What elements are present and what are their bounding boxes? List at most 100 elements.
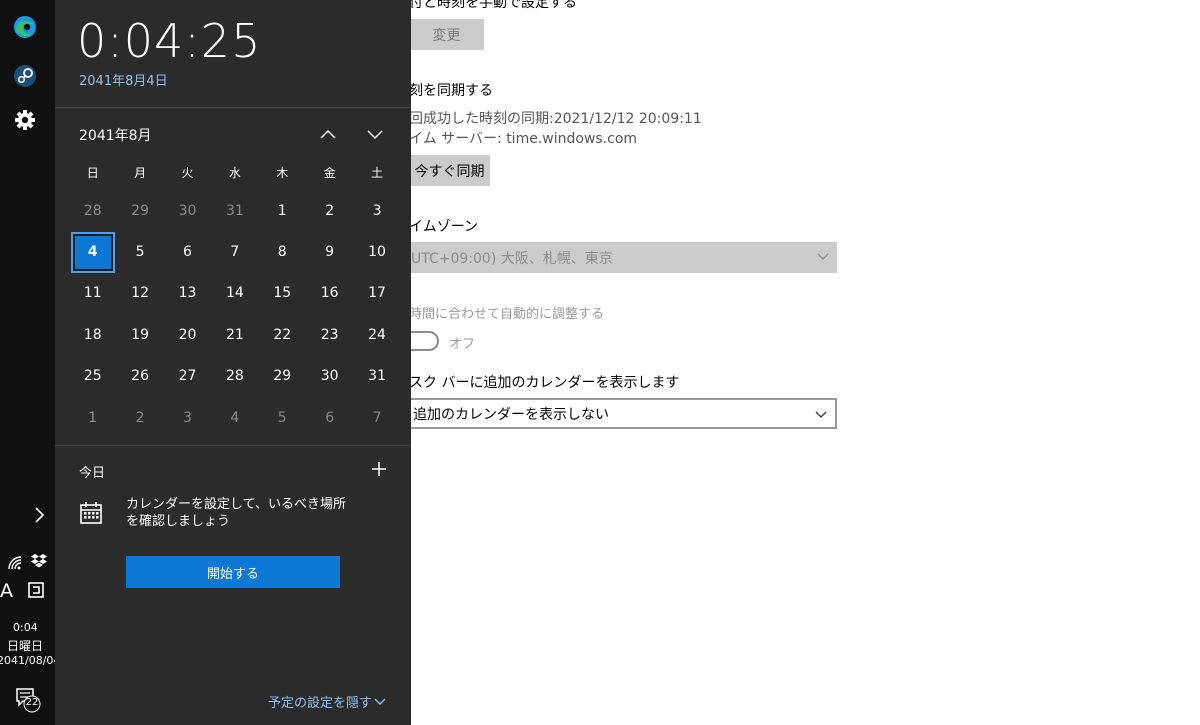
timezone-select[interactable]: UTC+09:00) 大阪、札幌、東京: [411, 242, 837, 273]
ime-mode-indicator[interactable]: A: [0, 580, 13, 602]
calendar-day-selected[interactable]: 4: [70, 231, 115, 273]
calendar-day[interactable]: 17: [353, 275, 400, 312]
taskbar-time[interactable]: 0:04: [13, 621, 38, 634]
weekday-label: 水: [228, 166, 241, 180]
calendar-week-row: 28 29 30 31 1 2 3: [69, 190, 401, 231]
calendar-day[interactable]: 25: [69, 358, 116, 395]
dropbox-icon[interactable]: [27, 549, 51, 573]
dst-label: 時間に合わせて自動的に調整する: [411, 307, 605, 322]
chevron-up-icon[interactable]: [318, 124, 338, 144]
calendar-day[interactable]: 5: [259, 399, 306, 436]
taskbar-date[interactable]: 2041/08/04: [0, 654, 60, 667]
wifi-icon[interactable]: [3, 551, 27, 575]
calendar-day[interactable]: 5: [116, 234, 163, 271]
sync-heading: 刻を同期する: [411, 83, 493, 99]
divider: [55, 107, 411, 108]
calendar-day[interactable]: 3: [353, 192, 400, 229]
calendar-day[interactable]: 16: [306, 275, 353, 312]
calendar-day[interactable]: 30: [164, 192, 211, 229]
taskbar-weekday[interactable]: 日曜日: [7, 637, 43, 654]
dst-toggle-state: オフ: [449, 337, 476, 352]
calendar-week-row: 1 2 3 4 5 6 7: [69, 397, 401, 438]
plus-icon[interactable]: [371, 461, 387, 477]
calendar-day[interactable]: 24: [353, 316, 400, 353]
edge-icon[interactable]: [11, 13, 39, 41]
weekday-label: 日: [86, 166, 99, 180]
weekday-header-row: 日 月 火 水 木 金 土: [69, 164, 401, 184]
change-button[interactable]: 変更: [411, 19, 484, 50]
calendar-day[interactable]: 28: [69, 192, 116, 229]
calendar-day[interactable]: 11: [69, 275, 116, 312]
extra-calendar-select[interactable]: 追加のカレンダーを表示しない: [411, 398, 837, 429]
calendar-day[interactable]: 10: [353, 234, 400, 271]
notification-count: 22: [25, 697, 39, 708]
action-center-icon[interactable]: 22: [14, 685, 42, 713]
calendar-day[interactable]: 15: [259, 275, 306, 312]
agenda-today-label: 今日: [79, 466, 106, 481]
calendar-day[interactable]: 9: [306, 234, 353, 271]
calendar-day[interactable]: 2: [116, 399, 163, 436]
calendar-day[interactable]: 26: [116, 358, 163, 395]
timezone-value: UTC+09:00) 大阪、札幌、東京: [411, 250, 613, 267]
calendar-day[interactable]: 28: [211, 358, 258, 395]
calendar-day[interactable]: 23: [306, 316, 353, 353]
chevron-right-icon[interactable]: [25, 501, 53, 529]
calendar-day[interactable]: 20: [164, 316, 211, 353]
last-sync-text: 回成功した時刻の同期:2021/12/12 20:09:11: [411, 111, 702, 127]
calendar-day[interactable]: 18: [69, 316, 116, 353]
calendar-day[interactable]: 31: [211, 192, 258, 229]
weekday-label: 木: [276, 166, 289, 180]
clock-calendar-flyout: 0:04:25 2041年8月4日 2041年8月 日 月 火 水 木 金 土 …: [55, 0, 411, 725]
calendar-day[interactable]: 21: [211, 316, 258, 353]
time-server-text: イム サーバー: time.windows.com: [411, 131, 638, 147]
gear-icon[interactable]: [11, 106, 39, 134]
calendar-day[interactable]: 14: [211, 275, 258, 312]
calendar-day[interactable]: 1: [259, 192, 306, 229]
chevron-down-icon[interactable]: [374, 697, 386, 707]
flyout-clock: 0:04:25: [77, 14, 262, 68]
date-time-settings-page: 付と時刻を手動で設定する 変更 刻を同期する 回成功した時刻の同期:2021/1…: [411, 0, 1200, 725]
calendar-day[interactable]: 29: [259, 358, 306, 395]
sync-now-button[interactable]: 今すぐ同期: [411, 155, 490, 186]
calendar-day[interactable]: 29: [116, 192, 163, 229]
calendar-setup-message: カレンダーを設定して、いるべき場所を確認しましょう: [126, 497, 346, 529]
dst-toggle[interactable]: [411, 331, 439, 351]
calendar-day[interactable]: 7: [211, 234, 258, 271]
hide-agenda-link[interactable]: 予定の設定を隠す: [268, 692, 372, 711]
start-button[interactable]: 開始する: [126, 556, 340, 588]
calendar-day[interactable]: 7: [353, 399, 400, 436]
calendar-week-row: 18 19 20 21 22 23 24: [69, 314, 401, 355]
calendar-day[interactable]: 4: [211, 399, 258, 436]
taskbar: A 0:04 日曜日 2041/08/04 22: [0, 0, 60, 725]
onenote-icon[interactable]: [26, 579, 46, 601]
chevron-down-icon[interactable]: [365, 124, 385, 144]
timezone-label: イムゾーン: [411, 219, 479, 235]
calendar-day[interactable]: 3: [164, 399, 211, 436]
calendar-day[interactable]: 19: [116, 316, 163, 353]
chevron-down-icon: [817, 253, 829, 260]
steam-icon[interactable]: [11, 62, 39, 90]
calendar-day[interactable]: 6: [306, 399, 353, 436]
calendar-day[interactable]: 2: [306, 192, 353, 229]
calendar-week-row: 4 5 6 7 8 9 10: [69, 231, 401, 273]
calendar-day[interactable]: 27: [164, 358, 211, 395]
divider: [55, 445, 411, 446]
calendar-day[interactable]: 13: [164, 275, 211, 312]
calendar-week-row: 25 26 27 28 29 30 31: [69, 356, 401, 397]
calendar-day[interactable]: 31: [353, 358, 400, 395]
month-header[interactable]: 2041年8月: [79, 125, 152, 145]
extra-calendar-label: スク バーに追加のカレンダーを表示します: [411, 375, 680, 391]
extra-calendar-value: 追加のカレンダーを表示しない: [413, 406, 609, 423]
calendar-day[interactable]: 12: [116, 275, 163, 312]
calendar-icon: [80, 502, 102, 524]
calendar-day[interactable]: 22: [259, 316, 306, 353]
flyout-date-link[interactable]: 2041年8月4日: [79, 70, 168, 89]
calendar-day[interactable]: 1: [69, 399, 116, 436]
calendar-day[interactable]: 6: [164, 234, 211, 271]
calendar-day[interactable]: 8: [259, 234, 306, 271]
weekday-label: 土: [371, 166, 384, 180]
calendar-week-row: 11 12 13 14 15 16 17: [69, 273, 401, 314]
weekday-label: 火: [181, 166, 194, 180]
calendar-day[interactable]: 30: [306, 358, 353, 395]
chevron-down-icon: [815, 411, 827, 418]
